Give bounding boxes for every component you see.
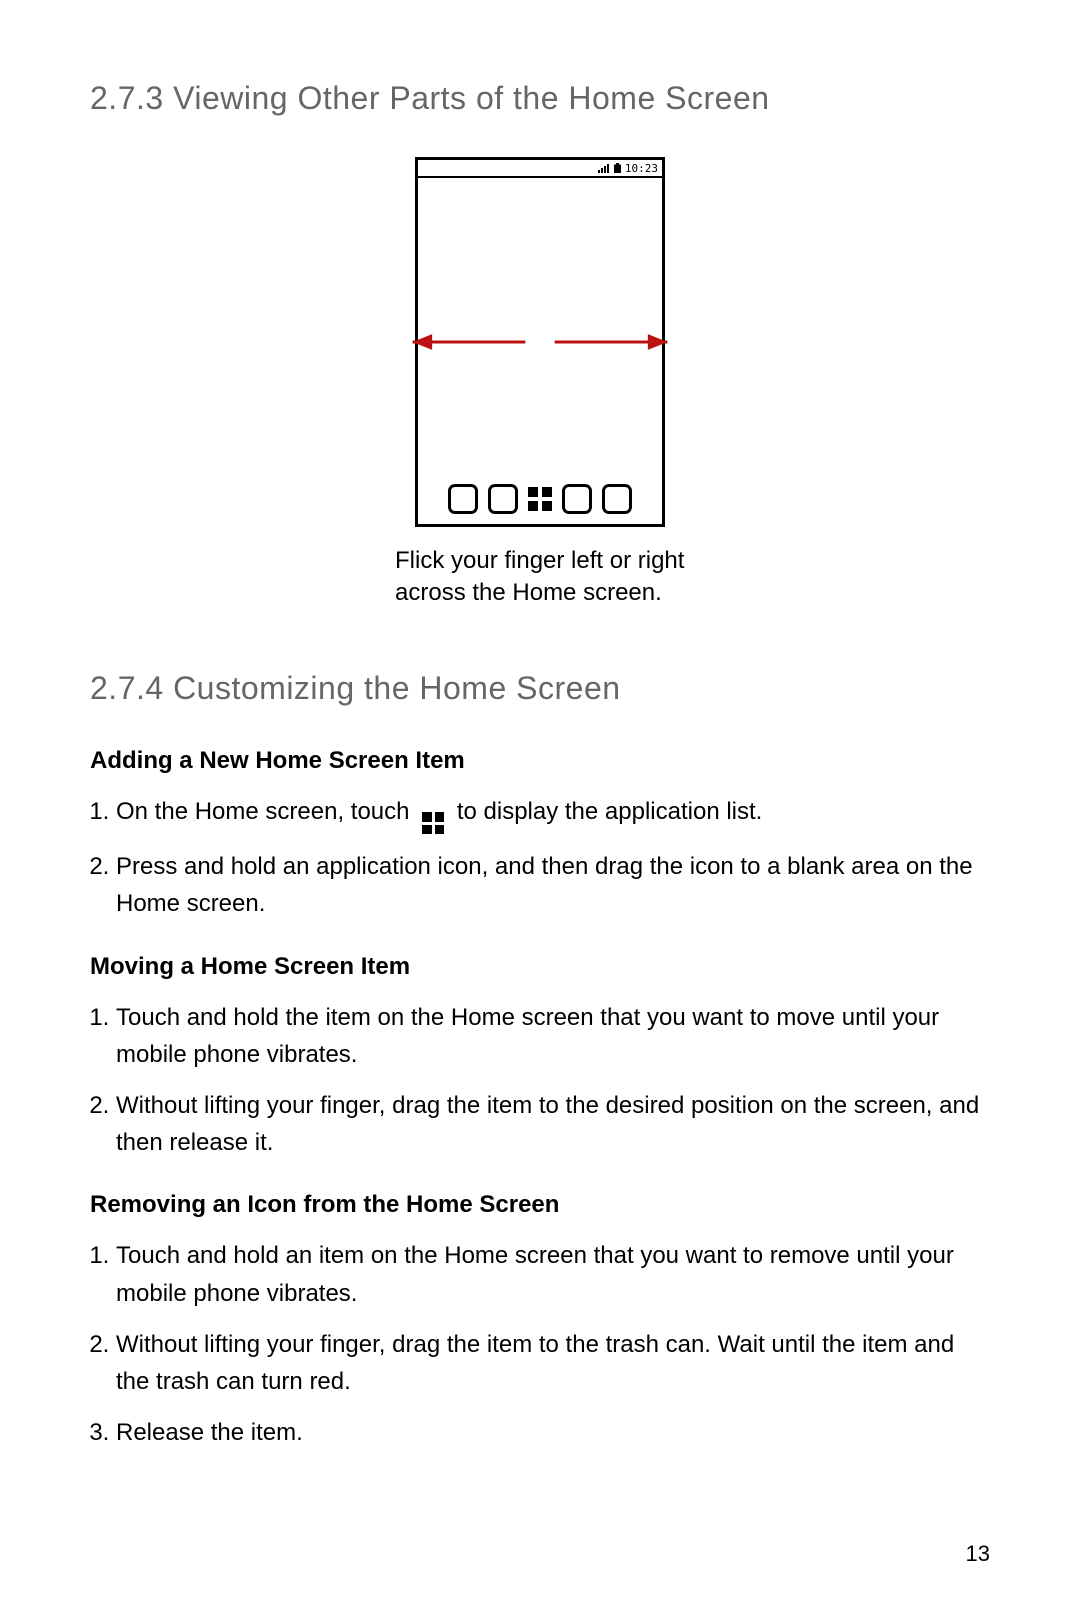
page-number: 13 [966,1541,990,1567]
step: Touch and hold an item on the Home scree… [116,1237,990,1311]
dock-slot [602,484,632,514]
step-text-b: to display the application list. [457,798,763,825]
apps-grid-icon [528,487,552,511]
figure-home-swipe: 10:23 Flick your [90,157,990,610]
phone-statusbar: 10:23 [418,160,662,178]
step: Without lifting your finger, drag the it… [116,1326,990,1400]
figure-caption: Flick your finger left or right across t… [395,545,685,610]
phone-dock [418,484,662,514]
dock-slot [488,484,518,514]
dock-slot [448,484,478,514]
step: Touch and hold the item on the Home scre… [116,999,990,1073]
step-text-a: On the Home screen, touch [116,798,409,825]
step: Release the item. [116,1414,990,1451]
manual-page: 2.7.3 Viewing Other Parts of the Home Sc… [0,0,1080,1617]
subhead-removing: Removing an Icon from the Home Screen [90,1191,990,1219]
section-274-heading: 2.7.4 Customizing the Home Screen [90,670,990,707]
status-time: 10:23 [625,162,658,175]
phone-illustration: 10:23 [415,157,665,527]
apps-grid-icon [422,812,444,834]
steps-moving: Touch and hold the item on the Home scre… [90,999,990,1162]
swipe-arrows [388,332,692,352]
dock-slot [562,484,592,514]
step: On the Home screen, touch to display the… [116,793,990,835]
steps-removing: Touch and hold an item on the Home scree… [90,1237,990,1451]
step: Without lifting your finger, drag the it… [116,1087,990,1161]
steps-adding: On the Home screen, touch to display the… [90,793,990,923]
signal-icon [598,163,610,173]
subhead-adding: Adding a New Home Screen Item [90,747,990,775]
section-273-heading: 2.7.3 Viewing Other Parts of the Home Sc… [90,80,990,117]
subhead-moving: Moving a Home Screen Item [90,953,990,981]
battery-icon [614,163,621,173]
step: Press and hold an application icon, and … [116,848,990,922]
